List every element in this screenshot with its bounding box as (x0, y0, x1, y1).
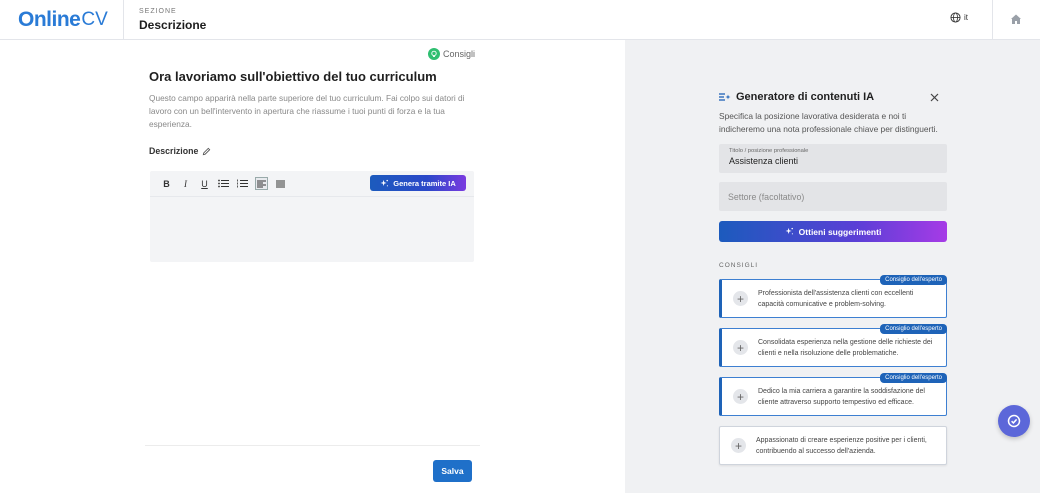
pencil-icon[interactable] (202, 147, 211, 156)
align-left-icon (257, 180, 266, 187)
sector-placeholder: Settore (facoltativo) (728, 191, 805, 202)
chat-support-button[interactable] (998, 405, 1030, 437)
sector-input[interactable]: Settore (facoltativo) (719, 182, 947, 211)
suggestion-text: Professionista dell'assistenza clienti c… (758, 289, 914, 308)
ai-generator-panel: Generatore di contenuti IA Specifica la … (625, 40, 1040, 493)
header-divider-right (992, 0, 993, 40)
generate-ai-button[interactable]: Genera tramite IA (370, 175, 466, 191)
align-left-button[interactable] (255, 177, 268, 190)
bold-button[interactable]: B (160, 177, 173, 190)
numbered-list-icon (237, 179, 248, 188)
sparkle-icon (380, 179, 389, 186)
section-label: SEZIONE (139, 8, 177, 15)
intro-text: Questo campo apparirà nella parte superi… (149, 93, 465, 129)
plus-icon[interactable]: + (733, 389, 748, 404)
underline-button[interactable]: U (198, 177, 211, 190)
page-heading: Ora lavoriamo sull'obiettivo del tuo cur… (149, 69, 437, 84)
logo-main-text: Online (18, 8, 81, 31)
home-icon (1011, 14, 1021, 24)
close-icon (930, 93, 939, 102)
bullet-list-icon (218, 179, 229, 188)
job-title-input[interactable]: Titolo / posizione professionale Assiste… (719, 144, 947, 173)
generate-ai-label: Genera tramite IA (393, 178, 456, 188)
language-code: it (964, 13, 968, 22)
description-label: Descrizione (149, 146, 211, 156)
language-selector[interactable]: it (950, 12, 968, 23)
suggestion-card[interactable]: Consiglio dell'esperto + Professionista … (719, 275, 947, 318)
editor-panel: Consigli Ora lavoriamo sull'obiettivo de… (0, 40, 625, 493)
logo-suffix-text: CV (81, 9, 108, 30)
close-button[interactable] (930, 90, 939, 105)
footer-divider (145, 445, 480, 446)
expert-badge: Consiglio dell'esperto (880, 324, 947, 334)
suggestion-card[interactable]: Consiglio dell'esperto + Dedico la mia c… (719, 373, 947, 416)
home-button[interactable] (1010, 12, 1022, 30)
get-suggestions-button[interactable]: Ottieni suggerimenti (719, 221, 947, 242)
expert-badge: Consiglio dell'esperto (880, 275, 947, 285)
job-title-label: Titolo / posizione professionale (729, 148, 809, 154)
suggestion-text: Appassionato di creare esperienze positi… (756, 436, 927, 455)
numbered-list-button[interactable] (236, 177, 249, 190)
rich-text-editor[interactable]: B I U Genera tramite IA (150, 171, 474, 262)
suggestion-card[interactable]: + Appassionato di creare esperienze posi… (719, 426, 947, 465)
lightbulb-icon (428, 48, 440, 60)
save-button[interactable]: Salva (433, 460, 472, 482)
bullet-list-button[interactable] (217, 177, 230, 190)
suggestion-text: Dedico la mia carriera a garantire la so… (758, 387, 925, 406)
top-header: Online CV SEZIONE Descrizione it (0, 0, 1040, 40)
generator-title-text: Generatore di contenuti IA (736, 91, 875, 103)
plus-icon[interactable]: + (733, 340, 748, 355)
chat-support-icon (1007, 414, 1021, 428)
header-divider (123, 0, 124, 40)
tips-heading: CONSIGLI (719, 262, 759, 269)
section-title: Descrizione (139, 18, 207, 32)
justify-icon (276, 180, 285, 187)
sparkle-icon (785, 227, 793, 235)
job-title-value: Assistenza clienti (729, 156, 799, 166)
tips-link[interactable]: Consigli (428, 48, 475, 60)
plus-icon[interactable]: + (733, 291, 748, 306)
get-suggestions-label: Ottieni suggerimenti (798, 226, 882, 237)
onlinecv-logo[interactable]: Online CV (18, 8, 108, 32)
plus-icon[interactable]: + (731, 438, 746, 453)
ai-generator-icon (719, 93, 731, 101)
generator-description: Specifica la posizione lavorativa deside… (719, 111, 938, 134)
expert-badge: Consiglio dell'esperto (880, 373, 947, 383)
tips-label: Consigli (443, 49, 476, 59)
suggestion-card[interactable]: Consiglio dell'esperto + Consolidata esp… (719, 324, 947, 367)
description-label-text: Descrizione (149, 146, 199, 156)
globe-icon (950, 12, 961, 23)
generator-title: Generatore di contenuti IA (719, 91, 874, 103)
justify-button[interactable] (274, 177, 287, 190)
suggestion-text: Consolidata esperienza nella gestione de… (758, 338, 933, 357)
italic-button[interactable]: I (179, 177, 192, 190)
